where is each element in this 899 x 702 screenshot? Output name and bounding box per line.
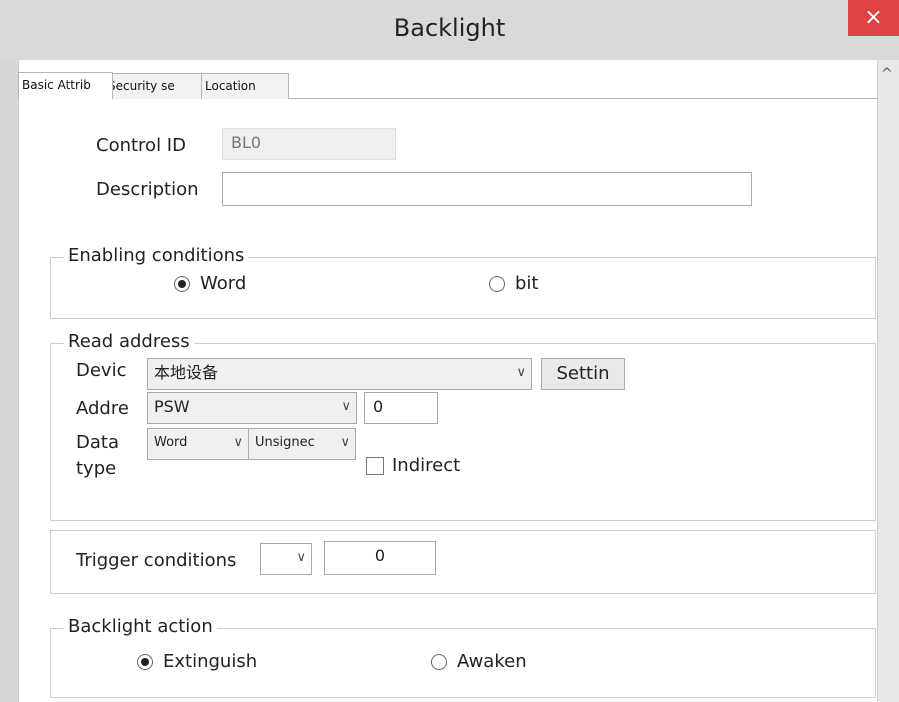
data-type-select[interactable]: Word ∨ bbox=[147, 428, 249, 460]
backlight-action-legend: Backlight action bbox=[64, 616, 217, 637]
control-id-label: Control ID bbox=[96, 135, 186, 156]
title-bar: Backlight × bbox=[0, 0, 899, 60]
data-type-label: Data bbox=[76, 432, 119, 453]
radio-selected-icon bbox=[137, 653, 153, 670]
tab-location[interactable]: Location bbox=[201, 73, 289, 99]
chevron-down-icon: ∨ bbox=[516, 365, 526, 380]
radio-selected-icon bbox=[174, 275, 190, 292]
radio-word[interactable]: Word bbox=[174, 273, 246, 294]
chevron-down-icon: ∨ bbox=[233, 435, 243, 450]
checkbox-icon bbox=[366, 456, 384, 475]
radio-unselected-icon bbox=[431, 653, 447, 670]
address-offset-field[interactable]: 0 bbox=[364, 392, 438, 424]
settings-button[interactable]: Settin bbox=[541, 358, 625, 390]
chevron-down-icon: ∨ bbox=[340, 435, 350, 450]
radio-unselected-icon bbox=[489, 275, 505, 292]
chevron-down-icon: ∨ bbox=[296, 550, 306, 565]
chevron-down-icon: ∨ bbox=[341, 399, 351, 414]
radio-bit[interactable]: bit bbox=[489, 273, 538, 294]
enabling-conditions-legend: Enabling conditions bbox=[64, 245, 249, 266]
close-button[interactable]: × bbox=[848, 0, 899, 36]
window-title: Backlight bbox=[393, 14, 506, 42]
sign-type-select[interactable]: Unsignec ∨ bbox=[248, 428, 356, 460]
scroll-up-icon[interactable]: ^ bbox=[881, 66, 893, 82]
description-field[interactable] bbox=[222, 172, 752, 206]
vertical-scrollbar[interactable]: ^ bbox=[877, 60, 899, 702]
address-type-select[interactable]: PSW ∨ bbox=[147, 392, 357, 424]
device-select[interactable]: 本地设备 ∨ bbox=[147, 358, 532, 390]
tab-security-settings[interactable]: Security se bbox=[104, 73, 209, 99]
address-label: Addre bbox=[76, 398, 129, 419]
device-label: Devic bbox=[76, 360, 127, 381]
close-icon: × bbox=[864, 5, 883, 30]
data-type-label-line2: type bbox=[76, 458, 117, 479]
control-id-field: BL0 bbox=[222, 128, 396, 160]
trigger-value-field[interactable]: 0 bbox=[324, 541, 436, 575]
trigger-conditions-label: Trigger conditions bbox=[76, 550, 237, 571]
trigger-conditions-select[interactable]: ∨ bbox=[260, 543, 312, 575]
tab-basic-attributes[interactable]: Basic Attrib bbox=[18, 72, 113, 99]
read-address-legend: Read address bbox=[64, 331, 194, 352]
radio-awaken[interactable]: Awaken bbox=[431, 651, 527, 672]
description-label: Description bbox=[96, 179, 199, 200]
indirect-checkbox[interactable]: Indirect bbox=[366, 455, 460, 476]
radio-extinguish[interactable]: Extinguish bbox=[137, 651, 257, 672]
